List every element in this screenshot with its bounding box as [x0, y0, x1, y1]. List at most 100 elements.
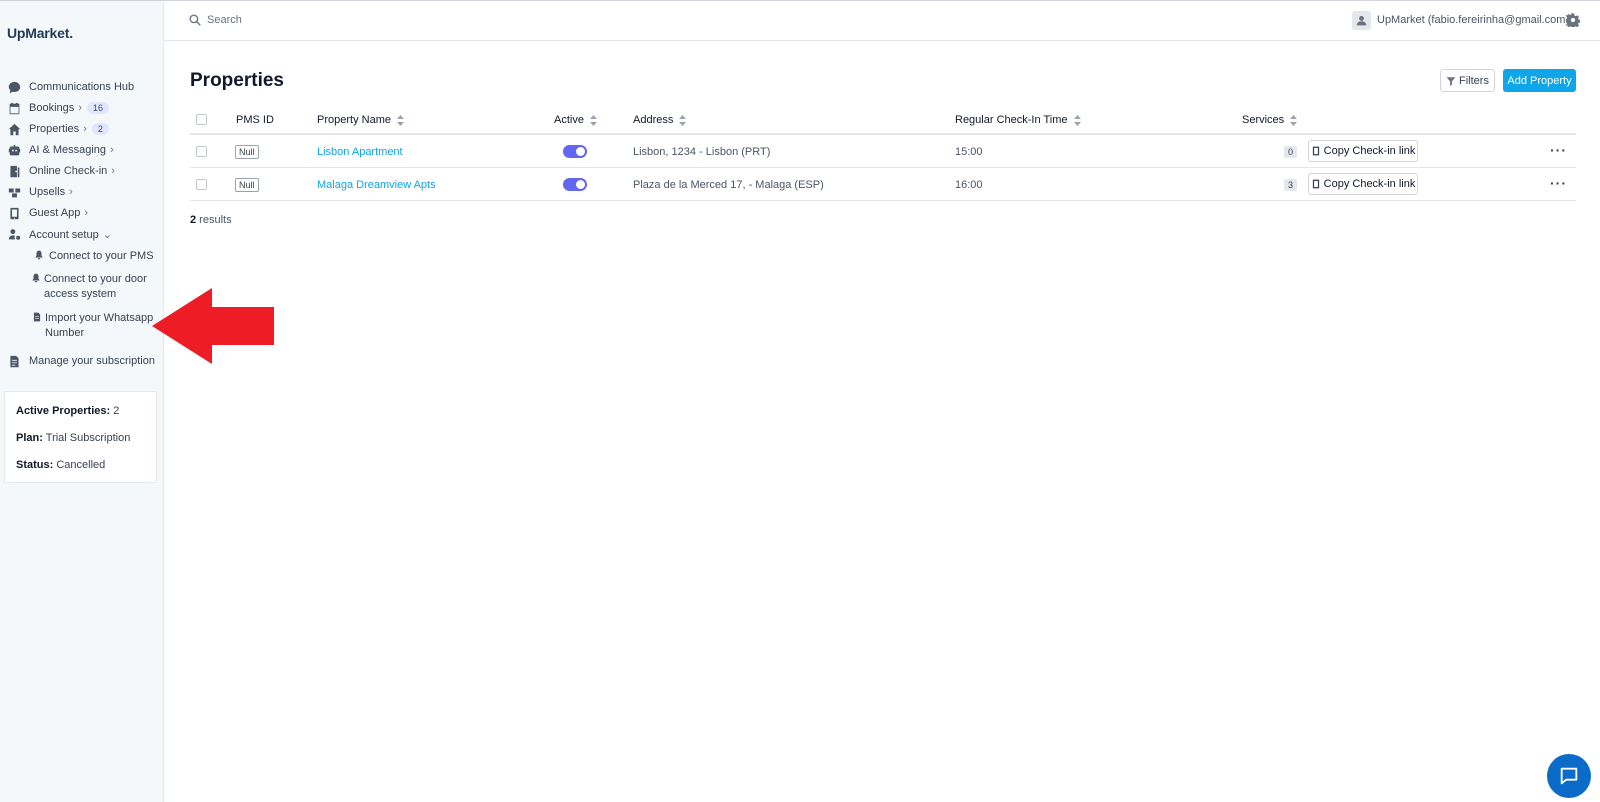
robot-icon [8, 144, 21, 157]
search-icon [189, 14, 201, 26]
more-options-icon[interactable]: ··· [1550, 142, 1567, 158]
sort-icon [679, 114, 687, 126]
table-row: Null Lisbon Apartment Lisbon, 1234 - Lis… [190, 135, 1576, 168]
bookings-count-badge: 16 [86, 102, 109, 114]
select-all-checkbox[interactable] [196, 114, 207, 125]
sidebar-item-upsells[interactable]: Upsells › [0, 182, 164, 202]
page-title: Properties [190, 70, 284, 91]
subitem-connect-door-access[interactable]: Connect to your door access system [31, 272, 161, 304]
active-toggle[interactable] [563, 145, 587, 158]
copy-checkin-link-label: Copy Check-in link [1323, 145, 1416, 157]
active-properties-label: Active Properties: [16, 405, 111, 417]
sidebar-item-ai-messaging[interactable]: AI & Messaging › [0, 140, 164, 160]
copy-checkin-link-label: Copy Check-in link [1323, 178, 1416, 190]
results-count: 2 results [190, 214, 232, 226]
status-label: Status: [16, 459, 54, 471]
sidebar-item-manage-subscription[interactable]: Manage your subscription [0, 351, 164, 371]
bell-icon [34, 250, 44, 260]
red-arrow-annotation [152, 288, 274, 364]
plan-row: Plan: Trial Subscription [16, 432, 130, 444]
active-toggle[interactable] [563, 178, 587, 191]
pms-id-tag: Null [235, 178, 259, 192]
sidebar-item-label: Account setup [29, 228, 99, 241]
sidebar-item-communications-hub[interactable]: Communications Hub [0, 77, 164, 97]
chat-widget-button[interactable] [1547, 754, 1591, 798]
row-checkbox[interactable] [196, 179, 207, 190]
document-icon [8, 355, 21, 368]
address-cell: Plaza de la Merced 17, - Malaga (ESP) [633, 179, 824, 191]
sidebar-item-label: AI & Messaging [29, 144, 107, 156]
column-address[interactable]: Address [633, 114, 687, 126]
copy-checkin-link-button[interactable]: Copy Check-in link [1308, 173, 1418, 195]
subitem-label-line1: Connect to your door [44, 273, 147, 285]
column-checkin-time[interactable]: Regular Check-In Time [955, 114, 1081, 126]
column-services[interactable]: Services [1242, 114, 1298, 126]
sidebar-item-label: Manage your subscription [29, 355, 155, 367]
user-avatar[interactable] [1352, 11, 1371, 30]
table-header: PMS ID Property Name Active Address Regu… [190, 108, 1576, 135]
plan-label: Plan: [16, 432, 43, 444]
filters-button[interactable]: Filters [1440, 69, 1495, 92]
sort-icon [1290, 114, 1298, 126]
user-icon [1356, 16, 1367, 26]
subitem-label: Connect to your PMS [49, 250, 154, 262]
checkin-time-cell: 16:00 [955, 179, 983, 191]
checkin-time-cell: 15:00 [955, 146, 983, 158]
sidebar-item-bookings[interactable]: Bookings › 16 [0, 98, 164, 118]
top-bar: UpMarket (fabio.fereirinha@gmail.com) [164, 1, 1600, 41]
search-input[interactable] [207, 11, 507, 29]
active-properties-row: Active Properties: 2 [16, 405, 119, 417]
file-icon [32, 312, 42, 322]
app-logo[interactable]: UpMarket. [7, 25, 73, 41]
sidebar-item-label: Online Check-in [29, 165, 108, 177]
sidebar-item-label: Guest App [29, 207, 81, 219]
copy-checkin-link-button[interactable]: Copy Check-in link [1308, 140, 1418, 162]
address-cell: Lisbon, 1234 - Lisbon (PRT) [633, 146, 771, 158]
subitem-import-whatsapp[interactable]: Import your Whatsapp Number [32, 311, 162, 343]
column-pms-id: PMS ID [236, 114, 274, 126]
chevron-right-icon: › [83, 123, 87, 135]
status-value: Cancelled [53, 459, 106, 471]
services-count: 3 [1284, 179, 1298, 191]
mobile-icon [8, 207, 21, 220]
chat-icon [1560, 767, 1578, 785]
add-property-button[interactable]: Add Property [1503, 69, 1576, 92]
filters-label: Filters [1459, 74, 1489, 87]
sidebar-item-label: Upsells [29, 186, 66, 198]
sidebar-item-online-checkin[interactable]: Online Check-in › [0, 161, 164, 181]
user-cog-icon [8, 228, 21, 241]
column-property-name[interactable]: Property Name [317, 114, 404, 126]
sidebar-item-label: Bookings [29, 102, 75, 114]
active-properties-value: 2 [110, 405, 120, 417]
plan-value: Trial Subscription [42, 432, 131, 444]
row-checkbox[interactable] [196, 146, 207, 157]
plan-summary-card: Active Properties: 2 Plan: Trial Subscri… [4, 391, 157, 483]
subitem-connect-pms[interactable]: Connect to your PMS [34, 249, 164, 264]
chevron-down-icon: ⌄ [102, 228, 112, 241]
properties-count-badge: 2 [91, 123, 109, 135]
user-account-name[interactable]: UpMarket (fabio.fereirinha@gmail.com) [1377, 14, 1569, 26]
door-icon [8, 165, 21, 178]
chevron-right-icon: › [78, 102, 82, 114]
more-options-icon[interactable]: ··· [1550, 175, 1567, 191]
table-row: Null Malaga Dreamview Apts Plaza de la M… [190, 168, 1576, 201]
sidebar-item-guest-app[interactable]: Guest App › [0, 203, 164, 223]
gear-icon[interactable] [1565, 12, 1581, 29]
subitem-label-line2: access system [44, 288, 117, 300]
pms-id-tag: Null [235, 145, 259, 159]
status-row: Status: Cancelled [16, 459, 105, 471]
property-name-link[interactable]: Malaga Dreamview Apts [317, 179, 436, 191]
bell-icon [31, 273, 41, 283]
sidebar-item-account-setup[interactable]: Account setup ⌄ [0, 224, 164, 244]
sidebar-item-properties[interactable]: Properties › 2 [0, 119, 164, 139]
sidebar-item-label: Properties [29, 123, 80, 135]
property-name-link[interactable]: Lisbon Apartment [317, 146, 403, 158]
boxes-icon [8, 186, 21, 199]
results-label: results [196, 214, 232, 226]
chevron-right-icon: › [111, 165, 115, 177]
column-active[interactable]: Active [554, 114, 597, 126]
sort-icon [589, 114, 597, 126]
sort-icon [1073, 114, 1081, 126]
filter-icon [1446, 76, 1456, 86]
subitem-label-line2: Number [45, 327, 85, 339]
